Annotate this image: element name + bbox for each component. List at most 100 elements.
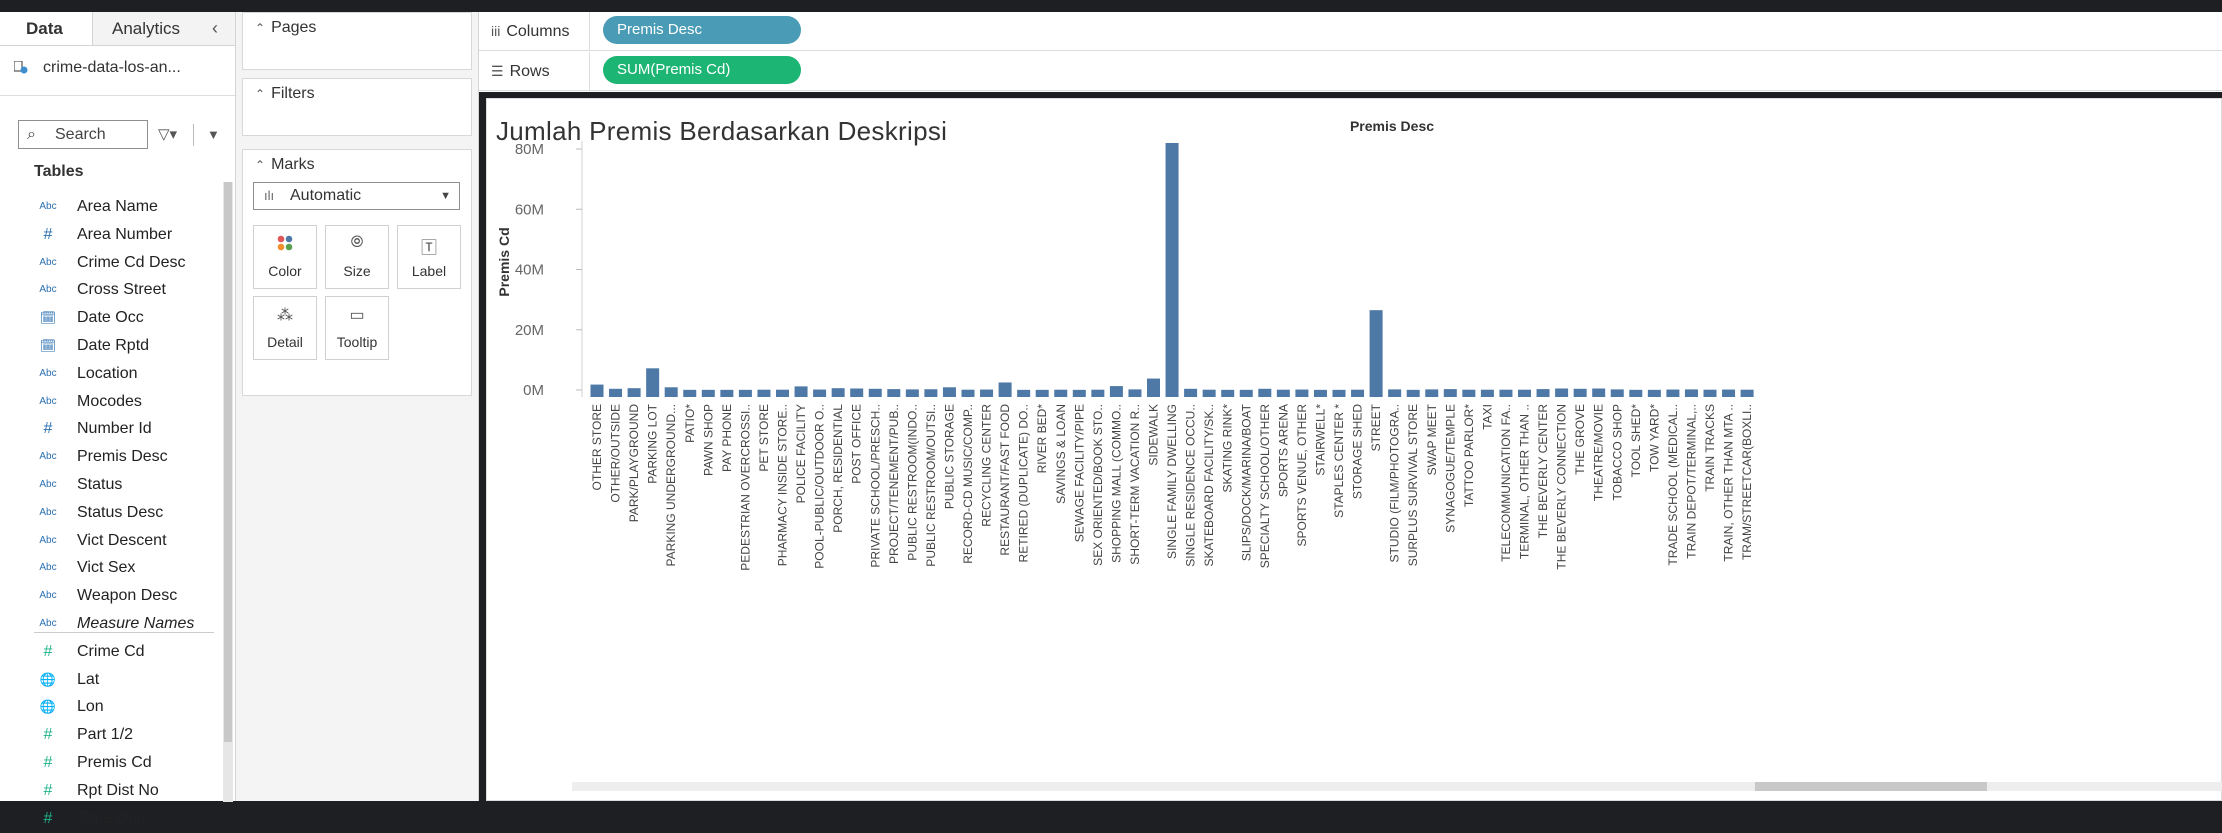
bar[interactable] bbox=[1462, 389, 1476, 397]
bar[interactable] bbox=[664, 387, 678, 397]
bar[interactable] bbox=[1499, 389, 1513, 397]
bar[interactable] bbox=[1054, 389, 1068, 397]
search-input[interactable]: ⌕ Search bbox=[18, 120, 148, 149]
bar[interactable] bbox=[1276, 389, 1290, 397]
bar[interactable] bbox=[1128, 389, 1142, 397]
bar[interactable] bbox=[1239, 389, 1253, 397]
pages-card[interactable]: ⌃ Pages bbox=[242, 12, 472, 70]
chevron-down-icon[interactable]: ▼ bbox=[207, 120, 220, 149]
bar[interactable] bbox=[1369, 310, 1383, 397]
bar[interactable] bbox=[1684, 389, 1698, 397]
bar[interactable] bbox=[998, 382, 1012, 397]
size-button[interactable]: ⦾ Size bbox=[325, 225, 389, 289]
mark-type-select[interactable]: ılı Automatic ▼ bbox=[253, 182, 460, 210]
field-item[interactable]: Abc Measure Names bbox=[0, 610, 225, 638]
bar[interactable] bbox=[1184, 388, 1198, 397]
color-button[interactable]: Color bbox=[253, 225, 317, 289]
field-item[interactable]: Abc Location bbox=[0, 360, 225, 388]
bar[interactable] bbox=[1072, 389, 1086, 397]
field-item[interactable]: Abc Status Desc bbox=[0, 499, 225, 527]
bar[interactable] bbox=[1351, 389, 1365, 397]
field-item[interactable]: Abc Area Name bbox=[0, 193, 225, 221]
field-item[interactable]: 🌐 Lon bbox=[0, 693, 225, 721]
bar[interactable] bbox=[1035, 389, 1049, 397]
chevron-up-icon[interactable]: ⌃ bbox=[255, 87, 265, 101]
rows-pill[interactable]: SUM(Premis Cd) bbox=[603, 56, 801, 84]
bar[interactable] bbox=[1221, 389, 1235, 397]
bar[interactable] bbox=[590, 384, 604, 397]
data-pane-scrollbar[interactable] bbox=[223, 182, 233, 802]
bar[interactable] bbox=[1091, 389, 1105, 397]
bar[interactable] bbox=[1443, 389, 1457, 397]
field-item[interactable]: # Number Id bbox=[0, 415, 225, 443]
field-item[interactable]: Abc Vict Descent bbox=[0, 527, 225, 555]
bar[interactable] bbox=[1258, 388, 1272, 397]
chevron-up-icon[interactable]: ⌃ bbox=[255, 158, 265, 172]
field-item[interactable]: # Part 1/2 bbox=[0, 721, 225, 749]
field-item[interactable]: # Time Occ bbox=[0, 805, 225, 833]
bar[interactable] bbox=[1313, 389, 1327, 397]
bar[interactable] bbox=[1109, 386, 1123, 397]
bar[interactable] bbox=[1518, 389, 1531, 397]
bar[interactable] bbox=[683, 389, 697, 397]
bar[interactable] bbox=[980, 389, 994, 397]
detail-button[interactable]: ⁂ Detail bbox=[253, 296, 317, 360]
tab-analytics[interactable]: Analytics bbox=[98, 12, 198, 45]
bar[interactable] bbox=[1592, 388, 1606, 397]
bar[interactable] bbox=[1740, 389, 1754, 397]
bar[interactable] bbox=[1388, 389, 1402, 397]
bar[interactable] bbox=[868, 388, 882, 397]
bar[interactable] bbox=[1555, 388, 1569, 397]
bar[interactable] bbox=[942, 387, 956, 397]
bar[interactable] bbox=[1536, 389, 1550, 397]
field-item[interactable]: 🗓 Date Occ bbox=[0, 304, 225, 332]
bar[interactable] bbox=[1722, 389, 1736, 397]
bar[interactable] bbox=[776, 389, 789, 397]
field-item[interactable]: 🌐 Lat bbox=[0, 666, 225, 694]
bar[interactable] bbox=[1202, 389, 1216, 397]
bar[interactable] bbox=[813, 389, 827, 397]
tab-data[interactable]: Data bbox=[0, 12, 93, 45]
bar[interactable] bbox=[627, 388, 641, 397]
bar[interactable] bbox=[720, 389, 734, 397]
label-button[interactable]: 🅃 Label bbox=[397, 225, 461, 289]
rows-shelf[interactable]: ☰ Rows SUM(Premis Cd) bbox=[479, 52, 2222, 91]
field-item[interactable]: Abc Weapon Desc bbox=[0, 582, 225, 610]
data-source[interactable]: crime-data-los-an... bbox=[0, 53, 235, 83]
chevron-up-icon[interactable]: ⌃ bbox=[255, 21, 265, 35]
bar[interactable] bbox=[1647, 389, 1661, 397]
bar[interactable] bbox=[1017, 389, 1031, 397]
filters-card[interactable]: ⌃ Filters bbox=[242, 78, 472, 136]
columns-pill[interactable]: Premis Desc bbox=[603, 16, 801, 44]
bar[interactable] bbox=[1332, 389, 1346, 397]
scrollbar-thumb[interactable] bbox=[224, 182, 232, 742]
bar[interactable] bbox=[1425, 389, 1439, 397]
tooltip-button[interactable]: ▭ Tooltip bbox=[325, 296, 389, 360]
bar[interactable] bbox=[850, 388, 864, 397]
field-item[interactable]: Abc Status bbox=[0, 471, 225, 499]
field-item[interactable]: Abc Cross Street bbox=[0, 276, 225, 304]
bar[interactable] bbox=[887, 389, 901, 397]
bar[interactable] bbox=[1295, 389, 1309, 397]
bar[interactable] bbox=[1406, 389, 1420, 397]
bar[interactable] bbox=[1610, 389, 1624, 397]
field-item[interactable]: 🗓 Date Rptd bbox=[0, 332, 225, 360]
bar[interactable] bbox=[1165, 142, 1179, 397]
bar[interactable] bbox=[905, 389, 919, 397]
field-item[interactable]: # Premis Cd bbox=[0, 749, 225, 777]
field-item[interactable]: Abc Mocodes bbox=[0, 388, 225, 416]
filter-icon[interactable]: ▽▾ bbox=[158, 120, 177, 149]
bar[interactable] bbox=[738, 389, 752, 397]
bar[interactable] bbox=[1703, 389, 1717, 397]
bar[interactable] bbox=[1629, 389, 1643, 397]
bar[interactable] bbox=[831, 388, 845, 397]
chart-scrollbar-thumb[interactable] bbox=[1755, 782, 1987, 791]
bar[interactable] bbox=[609, 388, 623, 397]
bar[interactable] bbox=[646, 368, 660, 397]
bar[interactable] bbox=[961, 389, 975, 397]
columns-shelf[interactable]: iii Columns Premis Desc bbox=[479, 12, 2222, 51]
bar[interactable] bbox=[1666, 389, 1680, 397]
bar[interactable] bbox=[1573, 388, 1587, 397]
bar[interactable] bbox=[1480, 389, 1494, 397]
field-item[interactable]: # Area Number bbox=[0, 221, 225, 249]
